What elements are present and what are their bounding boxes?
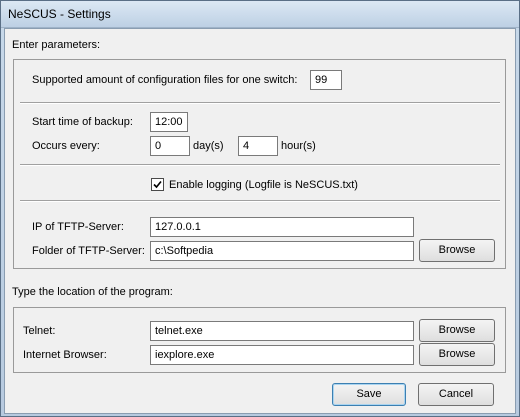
settings-window: NeSCUS - Settings Enter parameters: Supp… (0, 0, 520, 417)
enable-logging-label: Enable logging (Logfile is NeSCUS.txt) (169, 179, 358, 191)
telnet-input[interactable] (150, 321, 414, 341)
days-unit-label: day(s) (193, 140, 224, 152)
programs-section-label: Type the location of the program: (12, 286, 173, 298)
telnet-browse-button[interactable]: Browse (419, 319, 495, 342)
backup-start-label: Start time of backup: (32, 116, 133, 128)
divider (20, 102, 500, 104)
tftp-folder-label: Folder of TFTP-Server: (32, 245, 145, 257)
tftp-ip-input[interactable] (150, 217, 414, 237)
title-bar[interactable]: NeSCUS - Settings (1, 1, 519, 28)
occurs-label: Occurs every: (32, 140, 100, 152)
tftp-ip-label: IP of TFTP-Server: (32, 221, 124, 233)
params-group: Supported amount of configuration files … (13, 59, 506, 269)
params-section-label: Enter parameters: (12, 39, 101, 51)
window-title: NeSCUS - Settings (8, 7, 111, 21)
enable-logging-checkbox[interactable] (151, 178, 164, 191)
divider (20, 200, 500, 202)
browser-browse-button[interactable]: Browse (419, 343, 495, 366)
divider (20, 164, 500, 166)
tftp-folder-browse-button[interactable]: Browse (419, 239, 495, 262)
dialog-body: Enter parameters: Supported amount of co… (4, 28, 516, 414)
config-files-input[interactable] (310, 70, 342, 90)
tftp-folder-input[interactable] (150, 241, 414, 261)
browser-label: Internet Browser: (23, 349, 107, 361)
occurs-hours-input[interactable] (238, 136, 278, 156)
cancel-button[interactable]: Cancel (418, 383, 494, 406)
save-button[interactable]: Save (332, 383, 406, 406)
occurs-days-input[interactable] (150, 136, 190, 156)
telnet-label: Telnet: (23, 325, 56, 337)
checkmark-icon (153, 180, 162, 189)
config-files-label: Supported amount of configuration files … (32, 74, 298, 86)
programs-group: Telnet: Browse Internet Browser: Browse (13, 307, 506, 373)
browser-input[interactable] (150, 345, 414, 365)
hours-unit-label: hour(s) (281, 140, 316, 152)
backup-start-input[interactable] (150, 112, 188, 132)
